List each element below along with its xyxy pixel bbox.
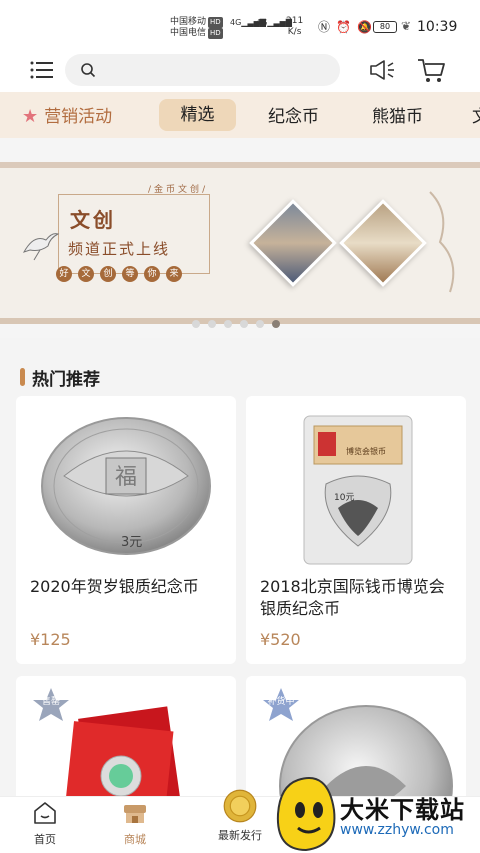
carousel-dot[interactable] (208, 320, 216, 328)
carrier-info: 中国移动 HD 中国电信 HD (170, 17, 223, 39)
hd-badge-2: HD (208, 28, 223, 39)
star-icon: ★ (22, 106, 39, 127)
slogan-char: 文 (78, 266, 94, 282)
menu-icon[interactable] (30, 60, 54, 80)
gold-coin-icon (223, 789, 257, 823)
tab-panda-coins[interactable]: 熊猫币 (372, 102, 423, 127)
coin-value-label: 10元 (334, 493, 354, 503)
banner-product-image-1 (249, 199, 337, 287)
site-url: www.zzhyw.com (340, 822, 454, 838)
slogan-char: 你 (144, 266, 160, 282)
site-name: 大米下载站 (340, 796, 465, 824)
search-icon (81, 63, 96, 78)
tab-promotions[interactable]: ★ 营销活动 (22, 102, 112, 127)
search-bar[interactable] (65, 54, 340, 86)
app-header (0, 50, 480, 92)
banner-decoration (429, 191, 455, 293)
carousel-dot[interactable] (224, 320, 232, 328)
banner-slogan: 好 文 创 等 你 来 (56, 266, 182, 282)
banner-product-image-2 (339, 199, 427, 287)
tab-commemorative-coins[interactable]: 纪念币 (268, 102, 319, 127)
coin-value-label: 3元 (121, 535, 142, 550)
product-card[interactable]: 福 3元 2020年贺岁银质纪念币 ¥125 (16, 396, 236, 664)
nav-new-releases-label: 最新发行 (218, 829, 262, 842)
sold-out-badge: 售罄 (30, 686, 72, 724)
section-title: 热门推荐 (20, 365, 100, 390)
tab-featured[interactable]: 精选 (159, 99, 236, 131)
product-price: ¥125 (30, 630, 71, 649)
carousel-dot-active[interactable] (272, 320, 280, 328)
svg-text:福: 福 (115, 465, 137, 490)
search-input[interactable] (105, 54, 330, 86)
carousel-dot[interactable] (192, 320, 200, 328)
product-card[interactable]: 博览会银币 10元 2018北京国际钱币博览会银质纪念币 ¥520 (246, 396, 466, 664)
product-image: 福 3元 (16, 396, 236, 566)
category-tabs: ★营销活动 精选 纪念币 熊猫币 文 (0, 92, 480, 138)
alarm-icon: ⏰ (336, 20, 357, 34)
slogan-char: 来 (166, 266, 182, 282)
restocking-badge: 补货中 (260, 686, 302, 724)
shop-icon (124, 805, 146, 823)
nav-home-label: 首页 (34, 833, 56, 846)
carousel-dot[interactable] (240, 320, 248, 328)
leaf-icon: ❦ (401, 19, 412, 33)
speaker-icon[interactable] (368, 58, 396, 82)
carrier-1: 中国移动 (170, 17, 207, 27)
nav-mall-label: 商城 (124, 833, 146, 846)
nav-home[interactable]: 首页 (10, 799, 80, 847)
product-image: 博览会银币 10元 (246, 396, 466, 566)
product-name: 2020年贺岁银质纪念币 (30, 577, 199, 596)
carrier-2: 中国电信 (170, 28, 207, 38)
nfc-icon: Ⓝ (318, 20, 337, 34)
slogan-char: 好 (56, 266, 72, 282)
network-speed: 211 K/s (286, 16, 304, 37)
slogan-char: 等 (122, 266, 138, 282)
home-icon (34, 802, 56, 824)
banner-carousel[interactable]: /金币文创/ 文创 频道正式上线 好 文 创 等 你 来 (0, 138, 480, 338)
status-bar: 中国移动 HD 中国电信 HD 4G▁▃▅▇ 4G▁▃▅▇ 211 K/s Ⓝ⏰🔕 … (0, 0, 480, 50)
carousel-dot[interactable] (256, 320, 264, 328)
clock: 10:39 (417, 19, 458, 35)
nav-mall[interactable]: 商城 (100, 799, 170, 847)
banner-headline: 频道正式上线 (68, 240, 171, 258)
cart-icon[interactable] (416, 56, 446, 84)
slogan-char: 创 (100, 266, 116, 282)
battery-icon: 80 (373, 21, 397, 33)
system-icons: Ⓝ⏰🔕 (318, 18, 378, 35)
nav-new-releases[interactable]: 最新发行 (205, 789, 275, 843)
tab-promotions-label: 营销活动 (44, 107, 113, 127)
hd-badge-1: HD (208, 17, 223, 28)
product-name: 2018北京国际钱币博览会银质纪念币 (260, 577, 445, 618)
banner-title: 文创 (70, 208, 116, 232)
tab-cultural-creative[interactable]: 文 (472, 102, 480, 127)
carousel-dots (192, 320, 280, 328)
banner-slide[interactable]: /金币文创/ 文创 频道正式上线 好 文 创 等 你 来 (0, 162, 480, 324)
slab-label: 博览会银币 (346, 446, 386, 456)
product-price: ¥520 (260, 630, 301, 649)
crane-illustration (22, 233, 60, 261)
